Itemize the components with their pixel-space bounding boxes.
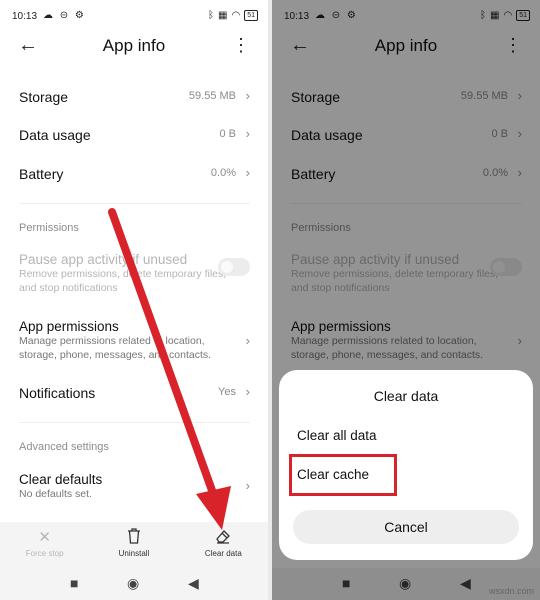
watermark-text: wsxdn.com [488, 586, 534, 596]
cancel-button[interactable]: Cancel [293, 510, 519, 544]
annotation-arrow [108, 208, 231, 530]
right-screen: 10:13 ☁ ⊝ ⚙ ᛒ ▦ ◠ 51 ← App info ⋮ Storag… [272, 0, 540, 600]
clear-data-dialog: Clear data Clear all data Clear cache Ca… [279, 370, 533, 560]
left-screen: 10:13 ☁ ⊝ ⚙ ᛒ ▦ ◠ 51 ← App info ⋮ Storag… [0, 0, 268, 600]
dialog-title: Clear data [373, 388, 439, 404]
clear-cache-highlight [289, 454, 397, 496]
clear-all-data-option[interactable]: Clear all data [297, 428, 377, 443]
